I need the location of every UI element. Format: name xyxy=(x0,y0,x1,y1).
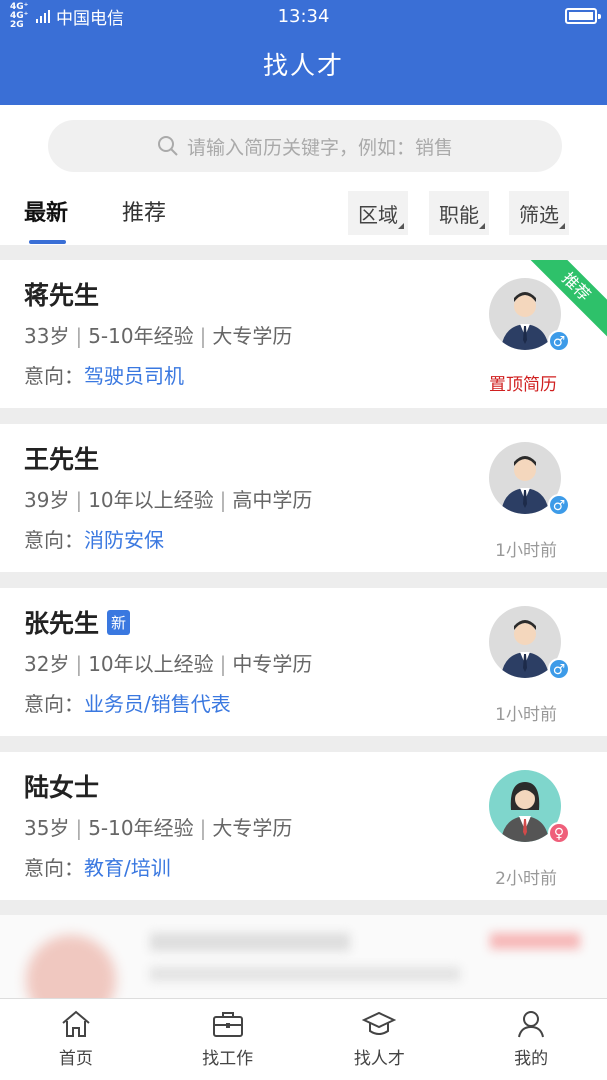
male-icon: ♂ xyxy=(548,330,570,352)
update-time: 1小时前 xyxy=(495,705,557,725)
candidate-info: 32岁 | 10年以上经验 | 中专学历 xyxy=(24,652,313,676)
battery-icon xyxy=(565,8,601,24)
candidate-info: 35岁 | 5-10年经验 | 大专学历 xyxy=(24,816,293,840)
intent-label: 意向： xyxy=(24,528,84,552)
candidate-age: 32岁 xyxy=(24,652,70,676)
blurred-avatar xyxy=(26,935,116,1005)
filter-more[interactable]: 筛选 xyxy=(509,191,569,235)
candidate-education: 中专学历 xyxy=(232,652,313,676)
tab-recommended[interactable]: 推荐 xyxy=(122,195,166,227)
candidate-intent: 意向：业务员/销售代表 xyxy=(24,688,231,717)
nav-mine[interactable]: 我的 xyxy=(455,999,607,1080)
candidate-experience: 5-10年经验 xyxy=(88,816,194,840)
intent-job: 业务员/销售代表 xyxy=(84,692,231,716)
candidate-intent: 意向：驾驶员司机 xyxy=(24,360,184,389)
network-indicator: 4G⁺ 4G⁺ 2G xyxy=(10,1,29,30)
male-icon: ♂ xyxy=(548,494,570,516)
bottom-navigation: 首页 找工作 找人才 我的 xyxy=(0,998,607,1080)
candidate-name: 王先生 xyxy=(24,445,100,474)
graduation-cap-icon xyxy=(362,1011,397,1035)
candidate-info: 33岁 | 5-10年经验 | 大专学历 xyxy=(24,324,293,348)
status-bar: 4G⁺ 4G⁺ 2G 中国电信 13:34 xyxy=(0,0,607,32)
candidate-experience: 5-10年经验 xyxy=(88,324,194,348)
intent-job: 消防安保 xyxy=(84,528,164,552)
update-time: 1小时前 xyxy=(495,541,557,561)
search-icon xyxy=(157,136,178,156)
tab-bar: 最新 推荐 区域 职能 筛选 xyxy=(0,189,607,245)
briefcase-icon xyxy=(212,1012,243,1037)
search-placeholder: 请输入简历关键字，例如：销售 xyxy=(186,136,453,159)
nav-label: 找人才 xyxy=(353,1049,405,1069)
candidate-intent: 意向：消防安保 xyxy=(24,524,164,553)
home-icon xyxy=(62,1010,90,1037)
person-icon xyxy=(518,1011,545,1038)
nav-label: 首页 xyxy=(58,1049,93,1069)
intent-label: 意向： xyxy=(24,856,84,880)
nav-find-job[interactable]: 找工作 xyxy=(152,999,304,1080)
candidate-card-partial[interactable] xyxy=(0,915,607,1005)
blurred-text xyxy=(150,967,460,981)
candidate-intent: 意向：教育/培训 xyxy=(24,852,171,881)
app-header: 4G⁺ 4G⁺ 2G 中国电信 13:34 找人才 xyxy=(0,0,607,105)
intent-label: 意向： xyxy=(24,692,84,716)
filter-region[interactable]: 区域 xyxy=(348,191,408,235)
candidate-education: 大专学历 xyxy=(212,816,293,840)
intent-job: 驾驶员司机 xyxy=(84,364,184,388)
candidate-age: 35岁 xyxy=(24,816,70,840)
carrier-name: 中国电信 xyxy=(56,8,124,29)
candidate-name: 张先生 xyxy=(24,609,100,638)
filter-function[interactable]: 职能 xyxy=(429,191,489,235)
candidate-card[interactable]: 推荐 蒋先生 33岁 | 5-10年经验 | 大专学历 意向：驾驶员司机 ♂ 置顶简历 xyxy=(0,260,607,408)
nav-home[interactable]: 首页 xyxy=(0,999,152,1080)
candidate-card[interactable]: 张先生新 32岁 | 10年以上经验 | 中专学历 意向：业务员/销售代表 ♂ 1小时前 xyxy=(0,588,607,736)
female-icon: ♀ xyxy=(548,822,570,844)
male-icon: ♂ xyxy=(548,658,570,680)
candidate-education: 大专学历 xyxy=(212,324,293,348)
candidate-age: 33岁 xyxy=(24,324,70,348)
candidate-name: 蒋先生 xyxy=(24,281,100,310)
intent-job: 教育/培训 xyxy=(84,856,171,880)
tab-latest[interactable]: 最新 xyxy=(24,195,68,227)
signal-icon xyxy=(36,9,50,23)
intent-label: 意向： xyxy=(24,364,84,388)
update-time: 2小时前 xyxy=(495,869,557,889)
candidate-experience: 10年以上经验 xyxy=(88,488,214,512)
search-input[interactable]: 请输入简历关键字，例如：销售 xyxy=(48,120,562,172)
page-title: 找人才 xyxy=(262,51,344,80)
candidate-info: 39岁 | 10年以上经验 | 高中学历 xyxy=(24,488,313,512)
candidate-experience: 10年以上经验 xyxy=(88,652,214,676)
candidate-card[interactable]: 陆女士 35岁 | 5-10年经验 | 大专学历 意向：教育/培训 ♀ 2小时前 xyxy=(0,752,607,900)
candidate-education: 高中学历 xyxy=(232,488,313,512)
candidate-card[interactable]: 王先生 39岁 | 10年以上经验 | 高中学历 意向：消防安保 ♂ 1小时前 xyxy=(0,424,607,572)
blurred-badge xyxy=(490,933,580,949)
nav-label: 我的 xyxy=(514,1049,549,1069)
pinned-resume-label: 置顶简历 xyxy=(489,375,557,395)
candidate-name: 陆女士 xyxy=(24,773,100,802)
blurred-text xyxy=(150,933,350,951)
nav-find-talent[interactable]: 找人才 xyxy=(304,999,456,1080)
new-badge: 新 xyxy=(107,609,131,635)
search-section: 请输入简历关键字，例如：销售 最新 推荐 区域 职能 筛选 xyxy=(0,105,607,245)
candidate-name-row: 张先生新 xyxy=(24,604,131,640)
active-tab-indicator xyxy=(29,240,66,244)
candidate-age: 39岁 xyxy=(24,488,70,512)
nav-label: 找工作 xyxy=(202,1049,254,1069)
